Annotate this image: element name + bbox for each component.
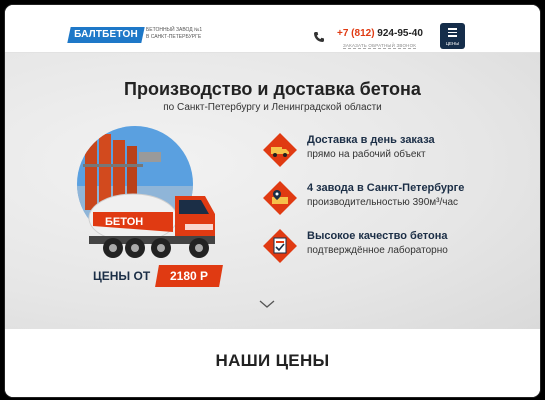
chevron-down-icon[interactable] <box>259 299 275 309</box>
hero-title: Производство и доставка бетона <box>124 79 421 99</box>
feature-desc: прямо на рабочий объект <box>307 149 426 160</box>
truck-icon <box>263 133 297 167</box>
feature-title: Высокое качество бетона <box>307 230 448 242</box>
hero-section: Производство и доставка бетона по Санкт-… <box>5 53 540 329</box>
feature-plants: 4 завода в Санкт-Петербурге производител… <box>263 179 533 219</box>
section-title: НАШИ ЦЕНЫ <box>215 351 330 370</box>
hero-subtitle: по Санкт-Петербургу и Ленинградской обла… <box>163 102 382 113</box>
feature-quality: Высокое качество бетона подтверждённое л… <box>263 227 533 267</box>
feature-delivery: Доставка в день заказа прямо на рабочий … <box>263 131 533 171</box>
price-value: 2180 Р <box>169 269 209 283</box>
feature-desc: подтверждённое лабораторно <box>307 245 448 256</box>
phone-code: +7 (812) <box>337 28 375 39</box>
callback-link[interactable]: ЗАКАЗАТЬ ОБРАТНЫЙ ЗВОНОК <box>343 43 417 49</box>
logo-text: БАЛТБЕТОН <box>74 29 138 40</box>
feature-desc: производительностью 390м³/час <box>307 197 459 208</box>
tagline: БЕТОННЫЙ ЗАВОД №1 В САНКТ-ПЕТЕРБУРГЕ <box>146 27 216 41</box>
phone-number[interactable]: +7 (812) 924-95-40 <box>337 28 423 39</box>
truck-label: БЕТОН <box>105 216 143 228</box>
prices-section: НАШИ ЦЕНЫ <box>5 329 540 397</box>
feature-title: 4 завода в Санкт-Петербурге <box>307 182 465 194</box>
menu-button[interactable]: ЦЕНЫ <box>440 23 465 49</box>
price-label: ЦЕНЫ ОТ <box>93 269 151 283</box>
menu-button-label: ЦЕНЫ <box>445 41 460 46</box>
site-header: БАЛТБЕТОН БЕТОННЫЙ ЗАВОД №1 В САНКТ-ПЕТЕ… <box>5 5 540 53</box>
phone-digits: 924-95-40 <box>374 28 423 39</box>
tagline-line-1: БЕТОННЫЙ ЗАВОД №1 <box>146 27 203 33</box>
feature-title: Доставка в день заказа <box>307 134 435 146</box>
browser-frame: БАЛТБЕТОН БЕТОННЫЙ ЗАВОД №1 В САНКТ-ПЕТЕ… <box>5 5 540 397</box>
concrete-truck-image: БЕТОН <box>77 126 215 258</box>
quality-icon <box>263 229 297 263</box>
tagline-line-2: В САНКТ-ПЕТЕРБУРГЕ <box>146 34 202 40</box>
map-pin-icon <box>263 181 297 215</box>
logo[interactable]: БАЛТБЕТОН <box>67 27 145 43</box>
price-value-badge[interactable]: 2180 Р <box>155 265 223 287</box>
hamburger-icon <box>448 28 457 39</box>
phone-icon <box>314 32 324 42</box>
